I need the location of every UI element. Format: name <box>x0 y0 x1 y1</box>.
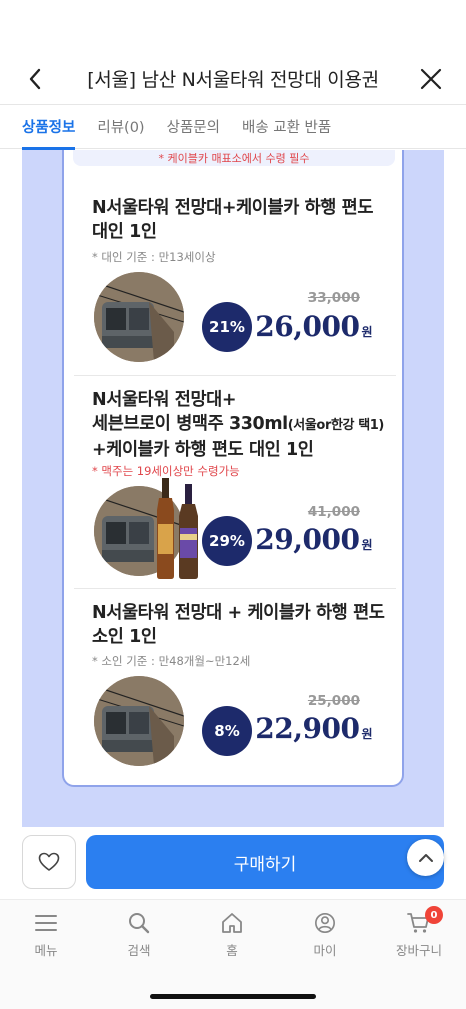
nav-menu-label: 메뉴 <box>34 943 58 958</box>
tab-bar: 상품정보 리뷰(0) 상품문의 배송 교환 반품 <box>0 104 466 150</box>
nav-search-label: 검색 <box>127 943 151 958</box>
product-3-title-line2: 소인 1인 <box>92 627 157 647</box>
cart-count-badge: 0 <box>425 906 443 924</box>
product-2-title: N서울타워 전망대+ 세븐브로이 병맥주 330ml(서울or한강 택1) +케… <box>92 388 392 462</box>
search-icon <box>129 913 150 934</box>
product-1-original-price: 33,000 <box>307 290 360 306</box>
header: [서울] 남산 N서울타워 전망대 이용권 <box>0 52 466 104</box>
nav-home-label: 홈 <box>226 943 238 958</box>
product-2-title-line2b: (서울or한강 택1) <box>287 418 385 433</box>
product-1-title-line1: N서울타워 전망대+케이블카 하행 편도 <box>92 198 374 218</box>
product-3-title-line1: N서울타워 전망대 + 케이블카 하행 편도 <box>92 603 385 623</box>
product-1-price-value: 26,000 <box>255 310 360 343</box>
notice-text: * 케이블카 매표소에서 수령 필수 <box>158 152 310 165</box>
product-2-title-line1: N서울타워 전망대+ <box>92 390 237 410</box>
tab-product-info[interactable]: 상품정보 <box>22 104 76 150</box>
product-option-card: * 케이블카 매표소에서 수령 필수 N서울타워 전망대+케이블카 하행 편도 … <box>62 150 404 787</box>
purchase-action-bar: 구매하기 <box>0 827 466 899</box>
bottom-navigation: 메뉴 검색 홈 마이 0 장바구니 <box>0 899 466 1009</box>
product-detail-content[interactable]: * 케이블카 매표소에서 수령 필수 N서울타워 전망대+케이블카 하행 편도 … <box>22 150 444 827</box>
divider <box>74 588 396 589</box>
product-2-title-line2: 세븐브로이 병맥주 330ml(서울or한강 택1) <box>92 412 392 438</box>
divider <box>74 375 396 376</box>
product-1-title-line2: 대인 1인 <box>92 222 157 242</box>
product-3-title: N서울타워 전망대 + 케이블카 하행 편도 소인 1인 <box>92 601 392 649</box>
nav-my-label: 마이 <box>313 943 337 958</box>
product-1-price: 26,000 원 <box>255 310 372 343</box>
product-3-price: 22,900 원 <box>255 712 372 745</box>
nav-cart-label: 장바구니 <box>395 943 442 958</box>
heart-icon <box>38 852 60 871</box>
tab-shipping[interactable]: 배송 교환 반품 <box>242 104 331 149</box>
profile-icon <box>315 913 335 933</box>
nav-cart[interactable]: 0 장바구니 <box>379 906 459 959</box>
product-3-discount-badge: 8% <box>202 706 252 756</box>
chevron-up-icon <box>418 853 433 862</box>
product-2-title-line3: +케이블카 하행 편도 대인 1인 <box>92 440 314 460</box>
nav-home[interactable]: 홈 <box>192 912 272 959</box>
product-3-sub: * 소인 기준 : 만48개월~만12세 <box>92 654 251 668</box>
tab-reviews[interactable]: 리뷰(0) <box>97 104 144 149</box>
scroll-top-button[interactable] <box>407 839 444 876</box>
chevron-left-icon <box>29 68 41 90</box>
menu-icon <box>35 915 57 931</box>
product-1-image <box>94 272 184 362</box>
beer-bottles-image <box>157 478 198 579</box>
close-icon <box>420 68 442 90</box>
notice-bar: * 케이블카 매표소에서 수령 필수 <box>73 150 395 166</box>
product-2-original-price: 41,000 <box>307 504 360 520</box>
home-icon <box>222 913 242 933</box>
nav-search[interactable]: 검색 <box>99 912 179 959</box>
product-1-sub: * 대인 기준 : 만13세이상 <box>92 250 216 264</box>
product-1-discount-badge: 21% <box>202 302 252 352</box>
product-2-price: 29,000 원 <box>255 523 372 556</box>
nav-menu[interactable]: 메뉴 <box>6 912 86 959</box>
product-3-price-unit: 원 <box>361 727 372 741</box>
product-3-price-value: 22,900 <box>255 712 360 745</box>
product-1-title: N서울타워 전망대+케이블카 하행 편도 대인 1인 <box>92 196 392 244</box>
screen: [서울] 남산 N서울타워 전망대 이용권 상품정보 리뷰(0) 상품문의 배송… <box>0 0 466 1009</box>
product-3-original-price: 25,000 <box>307 693 360 709</box>
product-3-image <box>94 676 184 766</box>
product-2-title-line2a: 세븐브로이 병맥주 330ml <box>92 414 288 434</box>
home-indicator <box>150 994 316 999</box>
close-button[interactable] <box>418 66 444 92</box>
nav-my[interactable]: 마이 <box>285 912 365 959</box>
buy-button[interactable]: 구매하기 <box>86 835 444 889</box>
cable-car-image <box>94 676 184 766</box>
tab-inquiry[interactable]: 상품문의 <box>167 104 220 149</box>
product-1-price-unit: 원 <box>361 325 372 339</box>
back-button[interactable] <box>22 66 48 92</box>
page-title: [서울] 남산 N서울타워 전망대 이용권 <box>87 68 379 91</box>
product-2-price-value: 29,000 <box>255 523 360 556</box>
product-2-price-unit: 원 <box>361 538 372 552</box>
product-2-discount-badge: 29% <box>202 516 252 566</box>
cable-car-image <box>94 272 184 362</box>
wishlist-button[interactable] <box>22 835 76 889</box>
